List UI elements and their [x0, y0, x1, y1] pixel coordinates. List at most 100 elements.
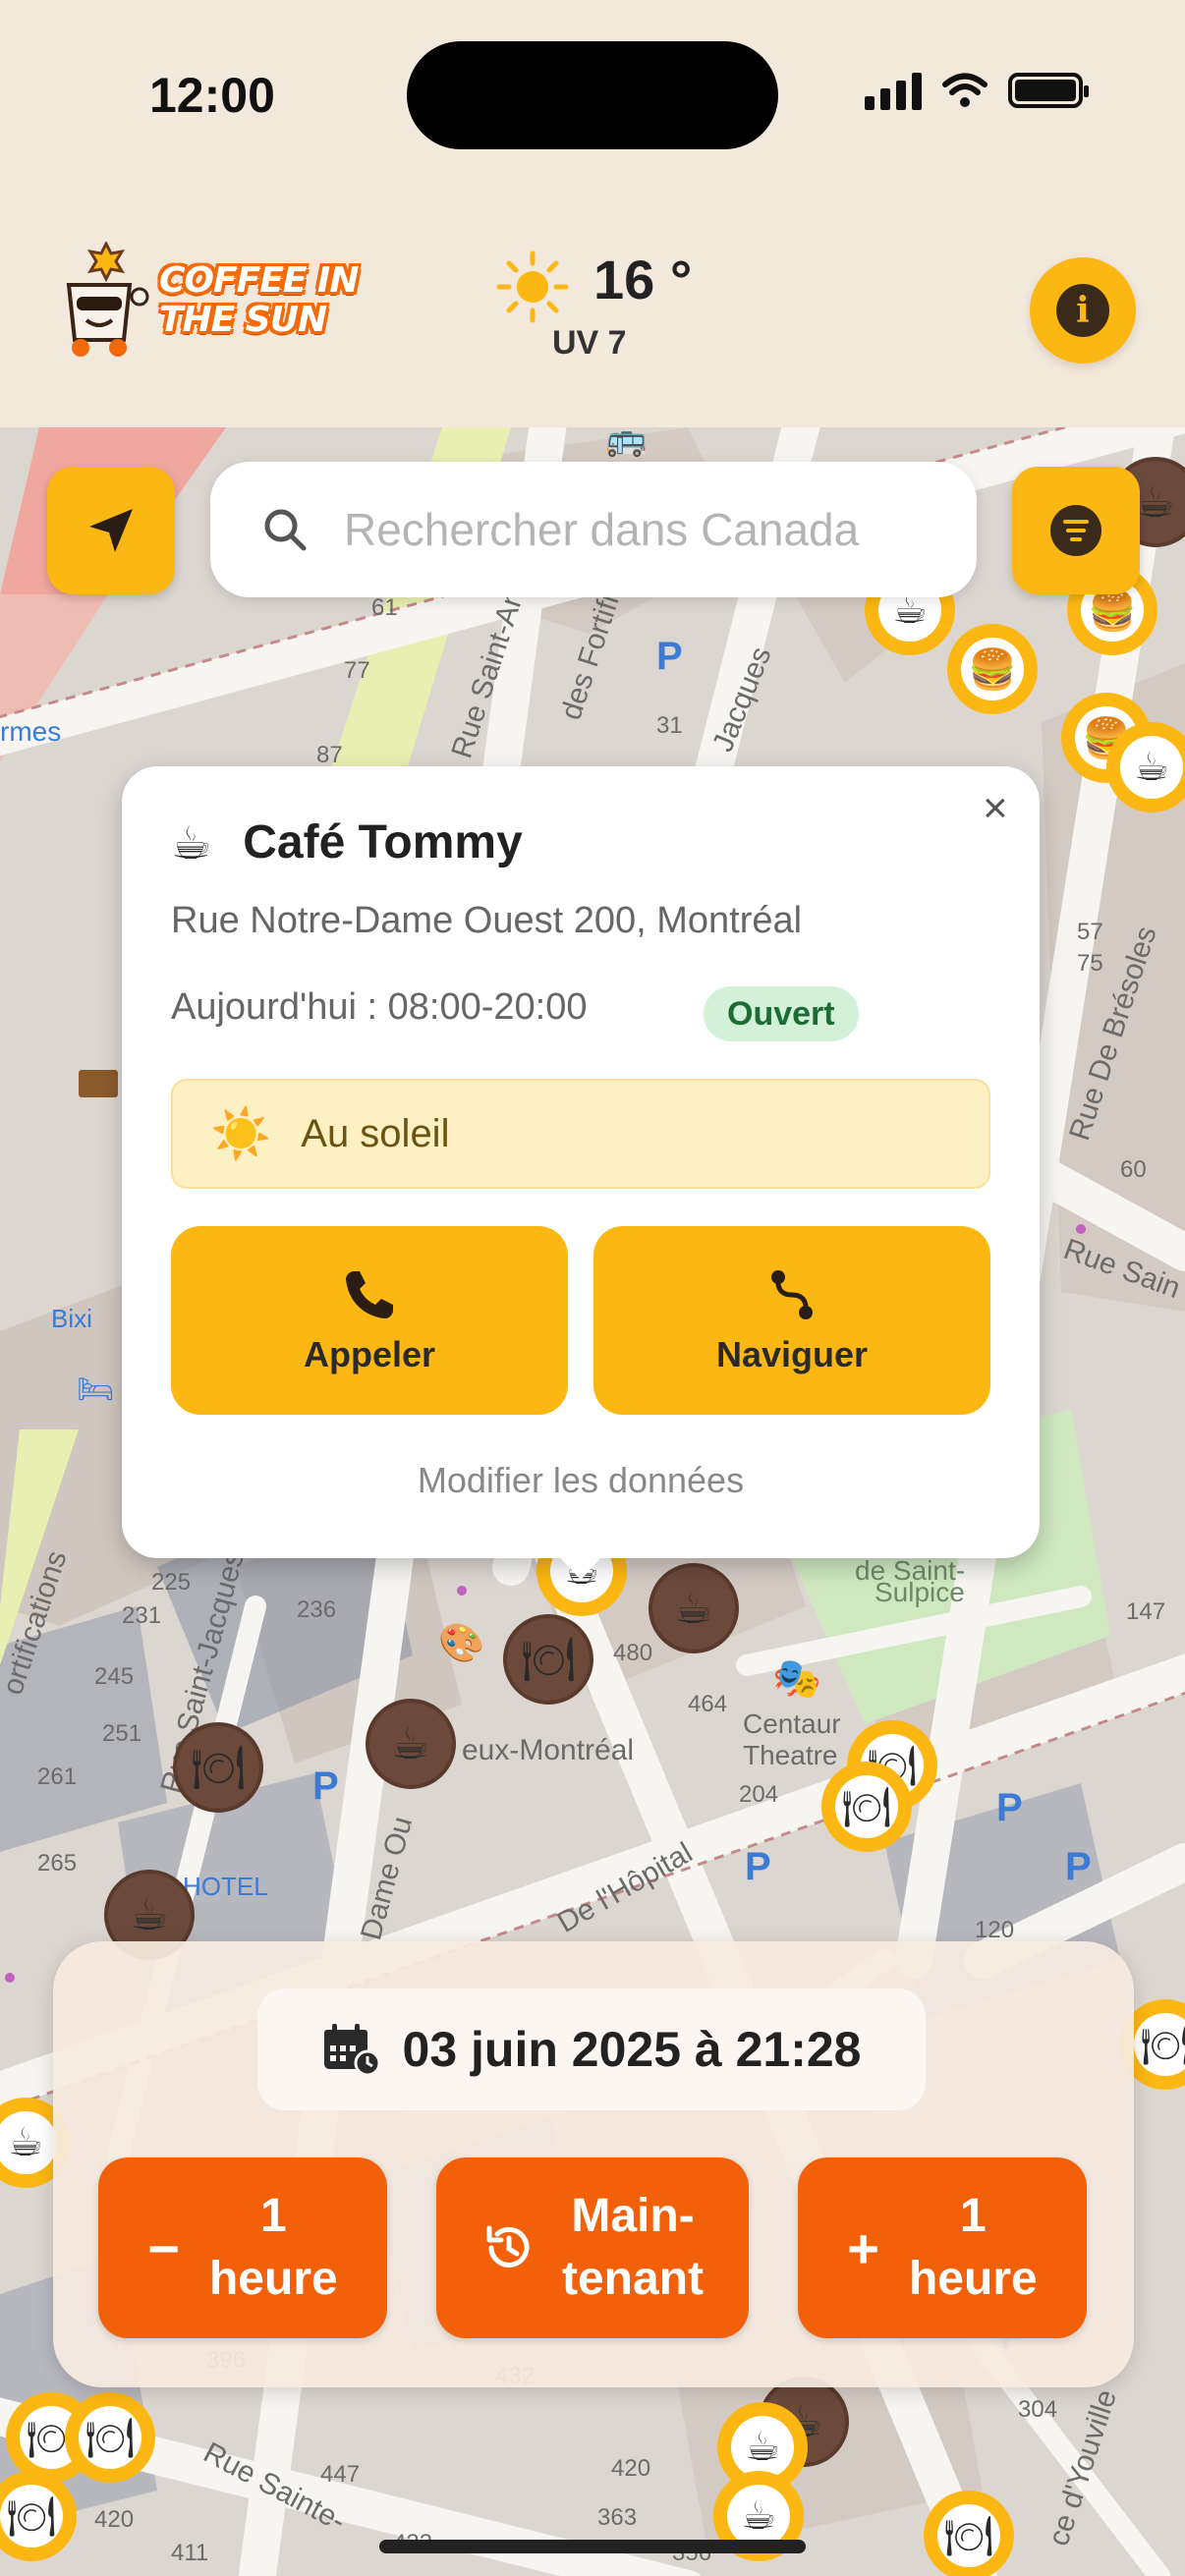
info-button[interactable]: i — [1030, 257, 1136, 364]
app-logo: COFFEE IN THE SUN — [45, 242, 360, 369]
search-input[interactable]: Rechercher dans Canada — [344, 503, 859, 556]
restaurant-marker[interactable]: 🍽 — [924, 2491, 1014, 2576]
calendar-clock-icon — [323, 2024, 381, 2077]
map-number: 147 — [1126, 1598, 1166, 1625]
navigate-label: Naviguer — [715, 1334, 869, 1374]
restaurant-marker[interactable]: 🍔 — [947, 624, 1038, 714]
phone-icon — [346, 1271, 393, 1318]
minus-label-line2: heure — [208, 2253, 338, 2305]
map-number: 231 — [122, 1602, 162, 1629]
call-label: Appeler — [303, 1334, 436, 1374]
status-time: 12:00 — [149, 68, 275, 123]
cafe-title: ☕ Café Tommy — [171, 815, 523, 869]
cafe-address: Rue Notre-Dame Ouest 200, Montréal — [171, 900, 803, 941]
datetime-picker[interactable]: 03 juin 2025 à 21:28 — [257, 1988, 926, 2110]
map-number: 363 — [597, 2504, 638, 2531]
cafe-marker[interactable]: ☕ — [366, 1699, 456, 1789]
time-panel: 03 juin 2025 à 21:28 − 1 heure Main- ten… — [53, 1941, 1134, 2387]
logo-text: COFFEE IN THE SUN — [159, 260, 359, 340]
coffee-cup-icon: ☕ — [171, 816, 212, 868]
history-icon — [486, 2225, 530, 2268]
sun-icon: ☀️ — [210, 1105, 272, 1161]
app-header: COFFEE IN THE SUN 16 ° UV 7 i — [0, 177, 1185, 427]
svg-text:P: P — [312, 1764, 339, 1808]
filter-button[interactable] — [1012, 467, 1140, 594]
map-number: 61 — [371, 594, 398, 621]
now-button[interactable]: Main- tenant — [436, 2157, 749, 2338]
navigate-button[interactable]: Naviguer — [593, 1226, 990, 1415]
mail-icon — [79, 1070, 118, 1097]
now-label: Main- tenant — [562, 2185, 704, 2311]
restaurant-marker[interactable]: 🍽 — [65, 2392, 155, 2483]
map-label: Bixi — [51, 1304, 92, 1333]
map-label: eux-Montréal — [462, 1734, 635, 1766]
home-indicator[interactable] — [379, 2540, 806, 2553]
plus-one-hour-button[interactable]: + 1 heure — [798, 2157, 1087, 2338]
logo-line-1: COFFEE IN — [159, 260, 359, 301]
cafe-popup: × ☕ Café Tommy Rue Notre-Dame Ouest 200,… — [122, 766, 1040, 1558]
map-number: 60 — [1120, 1156, 1147, 1183]
status-icons — [865, 71, 1089, 110]
map-number: 265 — [37, 1850, 78, 1876]
minus-one-hour-button[interactable]: − 1 heure — [98, 2157, 387, 2338]
map-number: 236 — [297, 1596, 337, 1623]
map-number: 304 — [1018, 2396, 1058, 2423]
map-number: 464 — [688, 1691, 728, 1717]
close-icon[interactable]: × — [983, 784, 1008, 833]
restaurant-marker[interactable]: 🍽 — [821, 1762, 912, 1852]
map-number: 411 — [171, 2540, 209, 2566]
weather-widget: 16 ° UV 7 — [491, 248, 717, 365]
bus-icon: 🚌 — [605, 427, 648, 458]
minus-label-line1: 1 — [259, 2190, 287, 2242]
restaurant-marker[interactable]: 🍽 — [173, 1722, 263, 1813]
plus-label: 1 heure — [909, 2185, 1038, 2311]
navigation-arrow-icon — [89, 509, 133, 552]
svg-text:P: P — [745, 1845, 771, 1888]
map-number: 77 — [344, 657, 370, 684]
map-number: 31 — [656, 712, 683, 739]
map-number: 57 — [1077, 919, 1103, 945]
cafe-hours: Aujourd'hui : 08:00-20:00 — [171, 986, 588, 1028]
cafe-name: Café Tommy — [243, 816, 523, 868]
map-label: rmes — [0, 716, 62, 747]
map-number: 261 — [37, 1764, 78, 1790]
map-number: 480 — [613, 1640, 653, 1666]
temperature: 16 ° — [593, 249, 693, 310]
map-number: 420 — [94, 2506, 135, 2533]
locate-me-button[interactable] — [47, 467, 175, 594]
logo-line-2: THE SUN — [159, 300, 327, 340]
map-number: 204 — [739, 1781, 779, 1808]
dynamic-island — [407, 41, 778, 149]
now-label-line1: Main- — [571, 2190, 695, 2242]
map-number: 251 — [102, 1720, 142, 1747]
filter-icon — [1050, 505, 1101, 556]
uv-index: UV 7 — [552, 324, 627, 362]
battery-icon — [1008, 73, 1089, 108]
sun-status-banner: ☀️ Au soleil — [171, 1079, 990, 1189]
popup-pointer — [555, 1552, 606, 1580]
edit-data-link[interactable]: Modifier les données — [122, 1460, 1040, 1501]
plus-label-line1: 1 — [959, 2190, 987, 2242]
plus-icon: + — [847, 2216, 879, 2279]
call-button[interactable]: Appeler — [171, 1226, 568, 1415]
sun-status-text: Au soleil — [301, 1111, 450, 1155]
sun-icon — [496, 251, 569, 323]
search-bar[interactable]: Rechercher dans Canada — [210, 462, 977, 597]
svg-text:P: P — [996, 1786, 1023, 1829]
now-label-line2: tenant — [562, 2253, 704, 2305]
map-number: 447 — [320, 2461, 361, 2488]
wifi-icon — [942, 73, 988, 107]
restaurant-marker[interactable]: 🍽 — [503, 1614, 593, 1705]
map-number: 87 — [316, 742, 343, 768]
minus-icon: − — [147, 2216, 180, 2279]
route-icon — [771, 1270, 813, 1319]
map-number: 75 — [1077, 950, 1103, 977]
status-bar: 12:00 — [0, 0, 1185, 177]
datetime-text: 03 juin 2025 à 21:28 — [402, 2022, 862, 2077]
map-label: Centaur — [743, 1708, 841, 1739]
cafe-marker[interactable]: ☕ — [649, 1563, 739, 1653]
map-number: 245 — [94, 1663, 135, 1690]
map-label: HOTEL — [183, 1872, 268, 1901]
map-number: 420 — [611, 2455, 651, 2482]
theatre-icon: 🎭 — [772, 1657, 821, 1701]
